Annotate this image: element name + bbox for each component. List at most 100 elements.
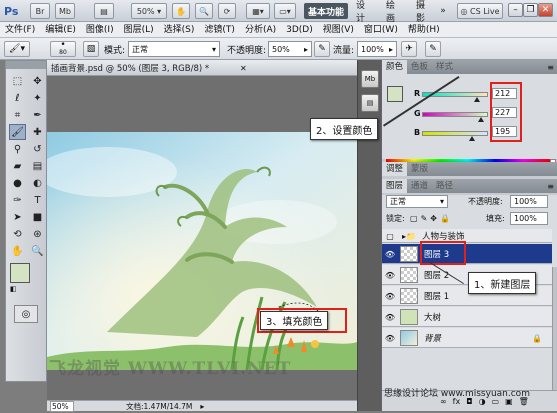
eye-icon[interactable]: 👁 [384,329,396,347]
airbrush-icon[interactable]: ✈ [401,41,417,57]
blue-slider-thumb[interactable] [469,136,476,141]
fill-input[interactable]: 100% [510,212,548,225]
move-tool[interactable]: ✥ [29,73,46,89]
menu-image[interactable]: 图像(I) [81,22,119,38]
pen-tool[interactable]: ✑ [9,192,26,208]
shape-tool[interactable]: ■ [29,209,46,225]
status-menu-arrow-icon[interactable]: ▸ [200,402,204,411]
lock-all-icon[interactable]: 🔒 [440,214,450,223]
zoom-tool-button[interactable]: 🔍 [195,3,213,19]
healing-brush-tool[interactable]: ✚ [29,124,46,140]
menu-select[interactable]: 选择(S) [159,22,200,38]
tab-color[interactable]: 颜色 [382,60,408,74]
layer-row-selected[interactable]: 👁 图层 3 [382,244,552,264]
tab-swatches[interactable]: 色板 [407,60,432,74]
history-panel-icon[interactable]: ▤ [361,94,379,112]
minibridge-panel-icon[interactable]: Mb [361,70,379,88]
crop-tool[interactable]: ⌗ [9,107,26,123]
brush-panel-toggle-icon[interactable]: ▧ [83,41,99,57]
default-colors-icon[interactable]: ◧ [10,285,17,293]
zoom-level-dropdown[interactable]: 50% ▾ [131,3,167,19]
3d-orbit-tool[interactable]: ⊛ [29,226,46,242]
panel-menu-icon[interactable]: ≡ [547,63,554,72]
marquee-tool[interactable]: ⬚ [9,73,26,89]
layer-opacity-input[interactable]: 100% [510,195,548,208]
lock-image-icon[interactable]: ✎ [421,214,428,223]
brush-preset-picker[interactable]: • 80 [50,41,76,57]
menu-layer[interactable]: 图层(L) [119,22,159,38]
eye-icon[interactable]: 👁 [384,266,396,284]
hand-tool-button[interactable]: ✋ [172,3,190,19]
blur-tool[interactable]: ● [9,175,26,191]
status-zoom-field[interactable]: 50% [50,400,74,412]
layer-row-background[interactable]: 👁 背景 🔒 [382,328,552,348]
menu-window[interactable]: 窗口(W) [359,22,403,38]
mode-select[interactable]: 正常 ▾ [128,41,220,57]
zoom-tool[interactable]: 🔍 [29,243,46,259]
quick-mask-button[interactable]: ◎ [14,305,38,323]
eye-icon[interactable]: 👁 [384,287,396,305]
minimize-button[interactable]: – [508,3,523,17]
document-tab[interactable]: 插画背景.psd @ 50% (图层 3, RGB/8) * ✕ [47,60,357,76]
visibility-off-icon[interactable]: ▢ [384,229,396,243]
view-extras-button[interactable]: ▤ [94,3,114,19]
type-tool[interactable]: T [29,192,46,208]
tool-preset-picker[interactable]: 🖌▾ [4,41,30,57]
tab-channels[interactable]: 通道 [407,179,432,193]
clone-stamp-tool[interactable]: ⚲ [9,141,26,157]
red-slider-thumb[interactable] [473,97,480,102]
layer-group-row[interactable]: ▢ ▸📁 人物与装饰 [382,229,552,243]
more-workspaces-button[interactable]: » [436,3,450,19]
minibridge-button[interactable]: Mb [55,3,75,19]
tablet-size-icon[interactable]: ✎ [425,41,441,57]
hand-tool[interactable]: ✋ [9,243,26,259]
image-canvas[interactable] [47,132,357,370]
workspace-essentials[interactable]: 基本功能 [304,3,348,19]
workspace-design[interactable]: 设计 [352,1,376,24]
close-button[interactable]: ✕ [538,3,553,17]
tab-styles[interactable]: 样式 [432,60,457,74]
tab-masks[interactable]: 蒙版 [407,162,432,176]
history-brush-tool[interactable]: ↺ [29,141,46,157]
close-tab-icon[interactable]: ✕ [240,60,247,76]
menu-3d[interactable]: 3D(D) [281,22,318,38]
lock-position-icon[interactable]: ✥ [430,214,437,223]
brush-tool[interactable]: 🖌 [9,124,26,140]
workspace-painting[interactable]: 绘画 [382,1,406,24]
workspace-photography[interactable]: 摄影 [412,1,436,24]
menu-file[interactable]: 文件(F) [0,22,40,38]
blue-slider[interactable] [422,131,488,136]
restore-button[interactable]: ❐ [523,3,538,17]
layer-row[interactable]: 👁 大树 [382,307,552,327]
blend-mode-select[interactable]: 正常 ▾ [386,195,448,208]
bridge-button[interactable]: Br [30,3,50,19]
path-selection-tool[interactable]: ➤ [9,209,26,225]
cs-live-button[interactable]: ◎ CS Live [457,3,503,19]
eyedropper-tool[interactable]: ✒ [29,107,46,123]
gradient-tool[interactable]: ▤ [29,158,46,174]
lock-transparent-icon[interactable]: ▢ [410,214,418,223]
3d-rotate-tool[interactable]: ⟲ [9,226,26,242]
magic-wand-tool[interactable]: ✦ [29,90,46,106]
tablet-opacity-icon[interactable]: ✎ [314,41,330,57]
tab-adjustments[interactable]: 调整 [382,162,408,176]
tab-layers[interactable]: 图层 [382,179,408,193]
screen-mode-button[interactable]: ▭▾ [274,3,296,19]
layers-menu-icon[interactable]: ≡ [547,182,554,191]
rotate-view-button[interactable]: ⟳ [218,3,236,19]
eraser-tool[interactable]: ▰ [9,158,26,174]
menu-filter[interactable]: 滤镜(T) [199,22,240,38]
foreground-color-swatch[interactable] [10,263,30,283]
menu-view[interactable]: 视图(V) [318,22,359,38]
dodge-tool[interactable]: ◐ [29,175,46,191]
lasso-tool[interactable]: ℓ [9,90,26,106]
opacity-input[interactable]: 50% ▸ [268,41,312,57]
flow-input[interactable]: 100% ▸ [357,41,397,57]
eye-icon[interactable]: 👁 [384,308,396,326]
tab-paths[interactable]: 路径 [432,179,457,193]
panel-foreground-swatch[interactable] [387,86,403,102]
menu-help[interactable]: 帮助(H) [403,22,445,38]
eye-icon[interactable]: 👁 [384,245,396,263]
menu-edit[interactable]: 编辑(E) [40,22,81,38]
menu-analysis[interactable]: 分析(A) [240,22,281,38]
